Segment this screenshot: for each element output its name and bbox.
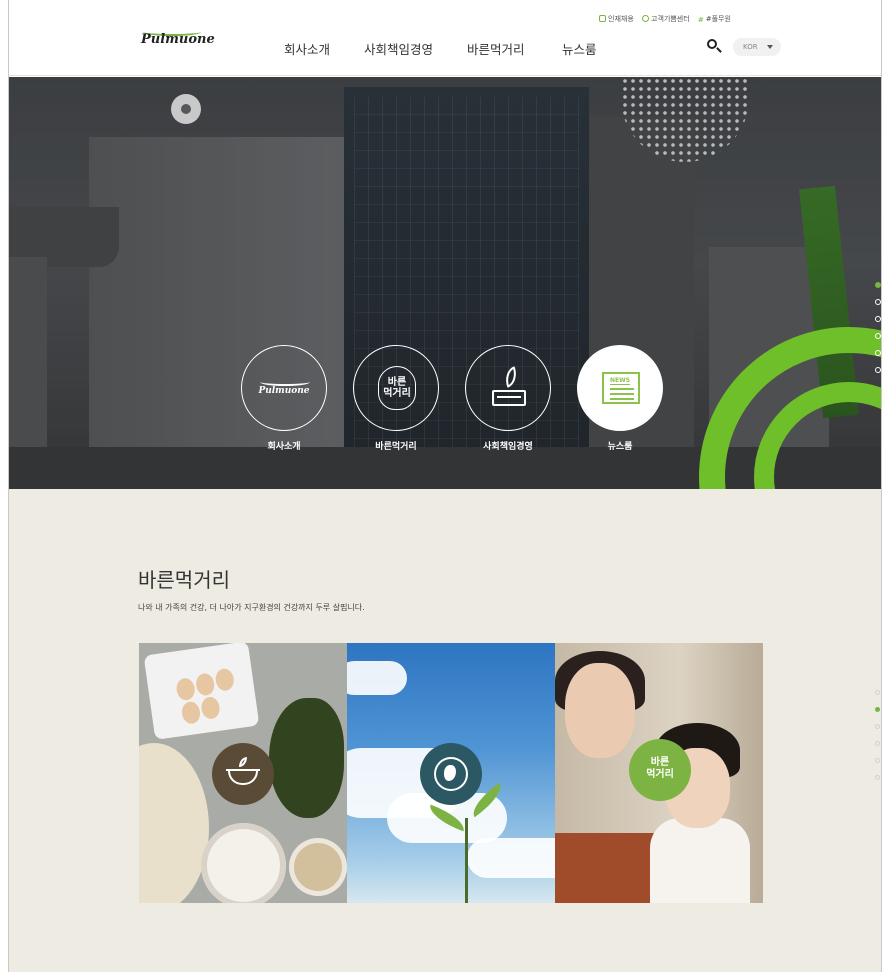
globe-leaf-icon [420, 743, 482, 805]
pager-dot[interactable] [875, 724, 880, 729]
pager-dot[interactable] [875, 758, 880, 763]
nav-item-csr[interactable]: 사회책임경영 [364, 39, 433, 58]
shortcut-label: 회사소개 [267, 442, 301, 452]
pager-dot[interactable] [875, 367, 881, 373]
shortcut-bareun-circle: 바른 먹거리 [353, 345, 439, 431]
chevron-down-icon [767, 45, 773, 49]
shortcut-newsroom[interactable]: NEWS 뉴스룸 [577, 345, 663, 452]
util-recruit[interactable]: 인재채용 [599, 14, 634, 24]
nav-item-company[interactable]: 회사소개 [284, 39, 330, 58]
egg [194, 672, 216, 697]
shortcut-logo-text: Pulmuone [258, 386, 310, 396]
globe-icon [434, 757, 468, 791]
pager-dot[interactable] [875, 299, 881, 305]
bareun-food-badge-icon: 바른 먹거리 [378, 366, 416, 410]
bareun-food-section: 바른먹거리 나와 내 가족의 건강, 더 나아가 지구환경의 건강까지 두루 살… [9, 489, 881, 972]
pager-dot[interactable] [875, 741, 880, 746]
shortcut-label: 바른먹거리 [375, 442, 417, 452]
family-card[interactable]: 바른 먹거리 [555, 643, 763, 903]
news-line [610, 398, 634, 400]
bowl-sprout-icon [212, 743, 274, 805]
hashtag-icon: # [697, 16, 704, 24]
tortilla-image [139, 743, 209, 903]
card-row: 바른 먹거리 [139, 643, 763, 903]
section-subtitle: 나와 내 가족의 건강, 더 나아가 지구환경의 건강까지 두루 살핍니다. [138, 603, 365, 612]
news-line [610, 388, 634, 390]
book-icon [492, 390, 526, 406]
shortcut-csr-circle [465, 345, 551, 431]
badge-text: 바른 먹거리 [646, 757, 674, 780]
shortcut-bareun-food[interactable]: 바른 먹거리 바른먹거리 [353, 345, 439, 452]
pager-dot[interactable] [875, 690, 880, 695]
spinach-image [269, 698, 344, 818]
news-line [610, 393, 634, 395]
shortcut-label: 뉴스룸 [607, 442, 633, 452]
child-body [650, 818, 750, 903]
pager-dot[interactable] [875, 707, 880, 712]
shortcut-company[interactable]: Pulmuone 회사소개 [241, 345, 327, 452]
sprout-icon [501, 366, 521, 388]
nav-item-newsroom[interactable]: 뉴스룸 [562, 39, 597, 58]
shortcut-news-circle: NEWS [577, 345, 663, 431]
util-hashtag[interactable]: # #풀무원 [698, 14, 731, 24]
section-title: 바른먹거리 [138, 568, 230, 592]
pager-dot[interactable] [875, 316, 881, 322]
search-icon[interactable] [706, 38, 722, 54]
util-customer-center[interactable]: 고객기쁨센터 [642, 14, 690, 24]
seedling-stem [465, 818, 468, 903]
newspaper-icon: NEWS [602, 372, 640, 404]
bowl-icon [226, 769, 260, 785]
pager-dot[interactable] [875, 282, 881, 288]
news-tag: NEWS [610, 377, 631, 385]
hero-banner: Pulmuone 회사소개 바른 먹거리 바른먹거리 사회책임경영 NEWS 뉴… [9, 77, 881, 489]
food-card[interactable] [139, 643, 347, 903]
search-handle [716, 47, 722, 53]
mother-face [565, 663, 635, 758]
logo-text: Pulmuone [141, 32, 215, 47]
earth-card[interactable] [347, 643, 555, 903]
egg [214, 667, 236, 692]
nav-item-bareun-food[interactable]: 바른먹거리 [467, 39, 525, 58]
pager-dot[interactable] [875, 333, 881, 339]
pulmuone-logo-icon [260, 378, 310, 386]
sprout-icon [239, 757, 247, 767]
utility-links: 인재채용 고객기쁨센터 # #풀무원 [599, 14, 737, 24]
shortcut-company-circle: Pulmuone [241, 345, 327, 431]
shortcut-csr[interactable]: 사회책임경영 [465, 345, 551, 452]
egg [200, 695, 221, 721]
shortcut-label: 사회책임경영 [483, 442, 533, 452]
egg [175, 677, 197, 702]
bareun-food-badge-icon: 바른 먹거리 [629, 739, 691, 801]
egg [180, 700, 202, 725]
recruit-icon [599, 15, 606, 22]
cheese-bowl-image [289, 838, 347, 896]
page-frame: Pulmuone 회사소개 사회책임경영 바른먹거리 뉴스룸 인재채용 고객기쁨… [8, 0, 882, 972]
customer-icon [642, 15, 649, 22]
pager-dot[interactable] [875, 775, 880, 780]
pager-dot[interactable] [875, 350, 881, 356]
sauce-bowl-image [201, 823, 286, 903]
egg-carton-image [143, 643, 260, 740]
site-header: Pulmuone 회사소개 사회책임경영 바른먹거리 뉴스룸 인재채용 고객기쁨… [9, 0, 881, 76]
language-select[interactable]: KOR [733, 38, 781, 56]
cloud [347, 661, 407, 695]
pulmuone-logo[interactable]: Pulmuone [137, 28, 215, 52]
section-pager [875, 690, 880, 792]
hero-pager [875, 282, 881, 384]
cloud [467, 838, 555, 878]
language-value: KOR [743, 43, 758, 51]
decorative-ring-icon [171, 94, 201, 124]
